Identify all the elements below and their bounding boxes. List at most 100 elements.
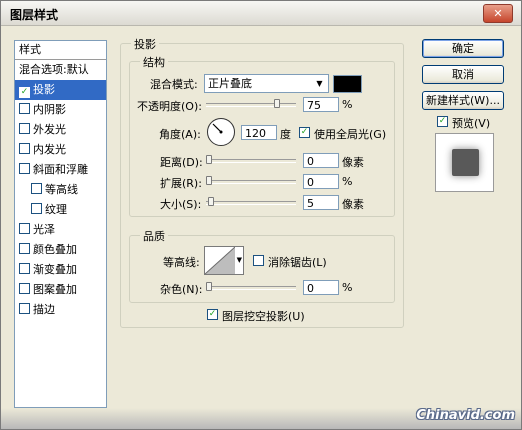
noise-input[interactable]: 0 bbox=[303, 280, 339, 295]
size-label: 大小(S): bbox=[160, 198, 202, 211]
spread-unit: % bbox=[342, 175, 353, 188]
spread-slider[interactable] bbox=[206, 176, 296, 185]
opacity-label: 不透明度(O): bbox=[137, 100, 202, 113]
sidebar-item[interactable]: 内阴影 bbox=[15, 100, 106, 120]
distance-unit: 像素 bbox=[342, 156, 364, 169]
noise-unit: % bbox=[342, 281, 353, 294]
sidebar-item-label: 描边 bbox=[33, 303, 55, 316]
noise-slider[interactable] bbox=[206, 282, 296, 291]
new-style-button[interactable]: 新建样式(W)... bbox=[422, 91, 504, 110]
angle-unit: 度 bbox=[280, 128, 291, 141]
angle-label: 角度(A): bbox=[159, 128, 201, 141]
sidebar-item-label: 内发光 bbox=[33, 143, 66, 156]
angle-dial-needle bbox=[212, 123, 223, 134]
preview-label[interactable]: 预览(V) bbox=[452, 115, 490, 131]
anti-alias-label[interactable]: 消除锯齿(L) bbox=[268, 254, 327, 270]
noise-slider-thumb[interactable] bbox=[206, 282, 212, 291]
contour-picker[interactable]: ▼ bbox=[204, 246, 244, 275]
angle-input[interactable]: 120 bbox=[241, 125, 277, 140]
sidebar-item-checkbox[interactable] bbox=[19, 123, 30, 134]
preview-swatch bbox=[452, 149, 479, 176]
layer-style-dialog: 图层样式 ✕ 样式 混合选项:默认 ✓ 投影 内阴影 外发光 内发光 斜面和浮雕 等高线 纹理光… bbox=[0, 0, 522, 430]
size-slider[interactable] bbox=[206, 197, 296, 206]
angle-dial[interactable] bbox=[207, 118, 235, 146]
opacity-input[interactable]: 75 bbox=[303, 97, 339, 112]
sidebar-item-label: 等高线 bbox=[45, 183, 78, 196]
sidebar-item[interactable]: 等高线 bbox=[15, 180, 106, 200]
preview-checkbox[interactable]: ✓ bbox=[437, 116, 448, 127]
distance-slider-thumb[interactable] bbox=[206, 155, 212, 164]
opacity-slider[interactable] bbox=[206, 99, 296, 108]
size-input[interactable]: 5 bbox=[303, 195, 339, 210]
sidebar-item-checkbox[interactable] bbox=[31, 203, 42, 214]
sidebar-item[interactable]: 内发光 bbox=[15, 140, 106, 160]
knockout-checkbox[interactable]: ✓ bbox=[207, 309, 218, 320]
opacity-unit: % bbox=[342, 98, 353, 111]
ok-button[interactable]: 确定 bbox=[422, 39, 504, 58]
sidebar-item-label: 纹理 bbox=[45, 203, 67, 216]
blend-mode-label: 混合模式: bbox=[150, 78, 198, 91]
structure-group-label: 结构 bbox=[140, 54, 168, 70]
dialog-title: 图层样式 bbox=[10, 8, 59, 22]
watermark: Chinavid.com bbox=[416, 408, 515, 423]
sidebar-item-checkbox[interactable] bbox=[19, 283, 30, 294]
sidebar-item-checkbox[interactable] bbox=[19, 103, 30, 114]
knockout-label[interactable]: 图层挖空投影(U) bbox=[222, 308, 305, 324]
sidebar-item[interactable]: 光泽 bbox=[15, 220, 106, 240]
sidebar-item[interactable]: 外发光 bbox=[15, 120, 106, 140]
sidebar-item-label: 渐变叠加 bbox=[33, 263, 77, 276]
shadow-color-swatch[interactable] bbox=[333, 75, 362, 93]
global-light-label[interactable]: 使用全局光(G) bbox=[314, 126, 386, 142]
sidebar-item[interactable]: 图案叠加 bbox=[15, 280, 106, 300]
sidebar-item-checkbox[interactable] bbox=[19, 243, 30, 254]
distance-input[interactable]: 0 bbox=[303, 153, 339, 168]
chevron-down-icon: ▼ bbox=[312, 76, 327, 91]
style-preview bbox=[435, 133, 494, 192]
sidebar-item-label: 颜色叠加 bbox=[33, 243, 77, 256]
size-slider-thumb[interactable] bbox=[208, 197, 214, 206]
linear-contour-icon bbox=[205, 247, 235, 274]
sidebar-item[interactable]: 渐变叠加 bbox=[15, 260, 106, 280]
title-bar: 图层样式 ✕ bbox=[1, 1, 521, 26]
spread-slider-thumb[interactable] bbox=[206, 176, 212, 185]
spread-input[interactable]: 0 bbox=[303, 174, 339, 189]
opacity-slider-thumb[interactable] bbox=[274, 99, 280, 108]
sidebar-item-label: 图案叠加 bbox=[33, 283, 77, 296]
sidebar-item-checkbox[interactable] bbox=[19, 163, 30, 174]
sidebar-item[interactable]: 斜面和浮雕 bbox=[15, 160, 106, 180]
sidebar-item-label: 光泽 bbox=[33, 223, 55, 236]
global-light-checkbox[interactable]: ✓ bbox=[299, 127, 310, 138]
distance-slider[interactable] bbox=[206, 155, 296, 164]
contour-label: 等高线: bbox=[163, 256, 200, 269]
sidebar-item-checkbox[interactable] bbox=[19, 303, 30, 314]
blend-mode-value: 正片叠底 bbox=[208, 77, 252, 90]
noise-label: 杂色(N): bbox=[160, 283, 203, 296]
sidebar-item[interactable]: 描边 bbox=[15, 300, 106, 320]
sidebar-item-checkbox[interactable] bbox=[19, 263, 30, 274]
cancel-button[interactable]: 取消 bbox=[422, 65, 504, 84]
distance-label: 距离(D): bbox=[160, 156, 203, 169]
sidebar-item-label: 内阴影 bbox=[33, 103, 66, 116]
sidebar-item[interactable]: 混合选项:默认 bbox=[15, 60, 106, 80]
close-button[interactable]: ✕ bbox=[483, 4, 513, 23]
anti-alias-checkbox[interactable] bbox=[253, 255, 264, 266]
drop-shadow-group-label: 投影 bbox=[131, 36, 159, 52]
spread-label: 扩展(R): bbox=[160, 177, 202, 190]
sidebar-item[interactable]: ✓ 投影 bbox=[15, 80, 106, 100]
sidebar-item-checkbox[interactable] bbox=[19, 223, 30, 234]
quality-group-label: 品质 bbox=[140, 228, 168, 244]
styles-list: 样式 混合选项:默认 ✓ 投影内阴影外发光内发光斜面和浮雕等高线纹理光泽颜色叠加渐变… bbox=[14, 40, 107, 408]
styles-list-header[interactable]: 样式 bbox=[15, 41, 106, 60]
sidebar-item-checkbox[interactable]: ✓ bbox=[19, 87, 30, 98]
sidebar-item-label: 投影 bbox=[33, 83, 55, 96]
sidebar-item-checkbox[interactable] bbox=[31, 183, 42, 194]
size-unit: 像素 bbox=[342, 198, 364, 211]
chevron-down-icon: ▼ bbox=[236, 256, 242, 264]
sidebar-item-label: 外发光 bbox=[33, 123, 66, 136]
sidebar-item-checkbox[interactable] bbox=[19, 143, 30, 154]
sidebar-item[interactable]: 纹理 bbox=[15, 200, 106, 220]
sidebar-item-label: 混合选项:默认 bbox=[19, 63, 89, 76]
sidebar-item-label: 斜面和浮雕 bbox=[33, 163, 88, 176]
sidebar-item[interactable]: 颜色叠加 bbox=[15, 240, 106, 260]
blend-mode-select[interactable]: 正片叠底 ▼ bbox=[204, 74, 329, 93]
